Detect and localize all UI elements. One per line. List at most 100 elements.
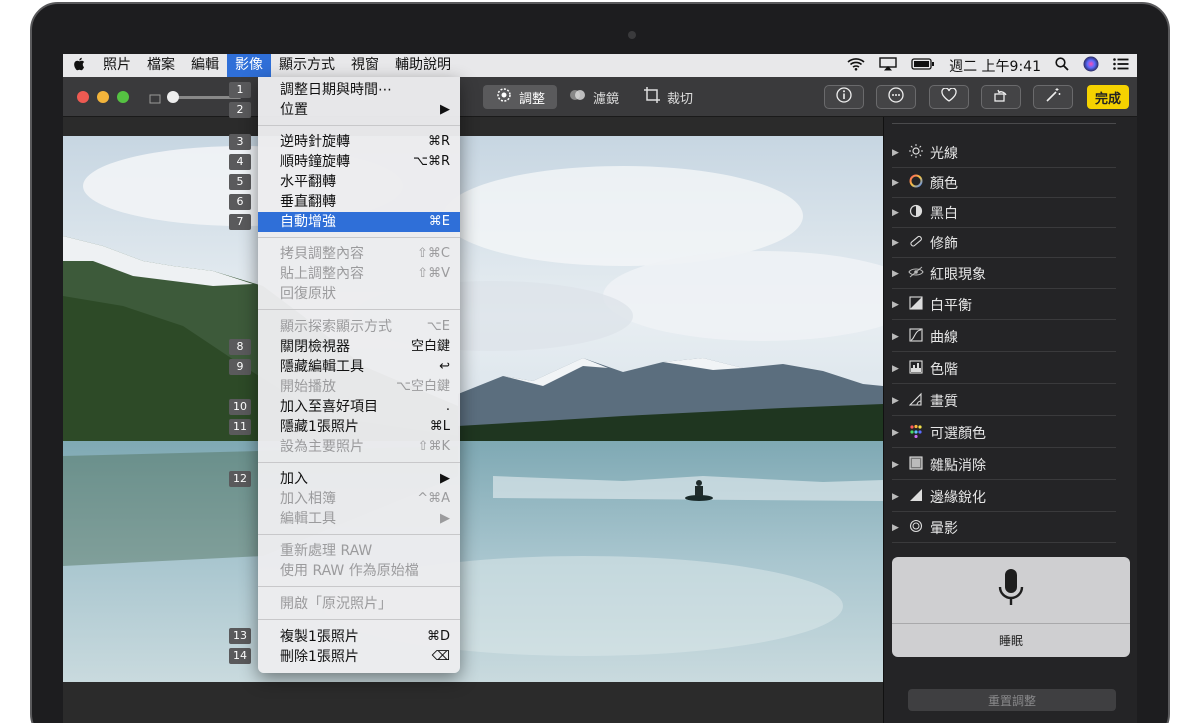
ellipsis-icon [888, 87, 904, 107]
menu-item-paste-adjustments: 貼上調整內容 ⇧⌘V [280, 266, 450, 282]
eye-icon [906, 266, 926, 281]
more-button[interactable] [876, 85, 916, 109]
disclosure-triangle-icon: ▶ [892, 268, 899, 279]
callout-badge: 1 [229, 82, 251, 98]
apple-logo-icon[interactable] [63, 57, 95, 75]
menu-item-rotate-cw[interactable]: 順時鐘旋轉 ⌥⌘R [258, 152, 460, 172]
menu-view[interactable]: 顯示方式 [271, 54, 343, 77]
menu-item-rotate-ccw[interactable]: 逆時針旋轉 ⌘R [258, 132, 460, 152]
adjustment-vignette[interactable]: ▶ 暈影 [892, 513, 1116, 543]
color-ring-icon [906, 174, 926, 191]
menu-item-delete-photo[interactable]: 刪除1張照片 ⌫ [258, 647, 460, 667]
dictation-popover[interactable]: 睡眠 [892, 557, 1130, 657]
menu-edit[interactable]: 編輯 [183, 54, 227, 77]
microphone-icon [996, 567, 1026, 619]
menu-separator [258, 462, 460, 463]
info-button[interactable] [824, 85, 864, 109]
zoom-window-button[interactable] [117, 91, 129, 103]
airplay-icon[interactable] [879, 56, 897, 75]
edit-mode-tabs: 調整 濾鏡 裁切 [483, 85, 705, 109]
minimize-window-button[interactable] [97, 91, 109, 103]
spotlight-search-icon[interactable] [1055, 56, 1069, 75]
tab-filters[interactable]: 濾鏡 [557, 85, 631, 109]
menu-help[interactable]: 輔助說明 [387, 54, 459, 77]
notification-center-icon[interactable] [1113, 57, 1129, 74]
menu-separator [258, 237, 460, 238]
adjustment-levels[interactable]: ▶ 色階 [892, 354, 1116, 384]
menu-item-add[interactable]: 加入 ▶ [258, 469, 460, 489]
battery-icon[interactable] [911, 57, 935, 74]
rotate-button[interactable] [981, 85, 1021, 109]
tab-adjust[interactable]: 調整 [483, 85, 558, 109]
disclosure-triangle-icon: ▶ [892, 177, 899, 188]
screen: 照片 檔案 編輯 影像 顯示方式 視窗 輔助說明 週二 上午9:41 調整 濾鏡… [63, 54, 1137, 723]
white-balance-icon [906, 296, 926, 313]
callout-badge: 12 [229, 471, 251, 487]
adjustment-noise-reduction[interactable]: ▶ 雜點消除 [892, 450, 1116, 480]
adjustment-curves[interactable]: ▶ 曲線 [892, 322, 1116, 352]
menu-item-hide-edit-tools[interactable]: 隱藏編輯工具 ↩ [258, 357, 460, 377]
menubar-status: 週二 上午9:41 [847, 54, 1129, 77]
adjustment-black-white[interactable]: ▶ 黑白 [892, 198, 1116, 228]
reset-adjustments-button[interactable]: 重置調整 [908, 689, 1116, 711]
image-menu-dropdown: 調整日期與時間⋯ 位置 ▶ 逆時針旋轉 ⌘R 順時鐘旋轉 ⌥⌘R 水平翻轉 垂直翻轉 … [258, 77, 460, 673]
sharpen-icon [906, 488, 926, 505]
menu-separator [258, 619, 460, 620]
curves-icon [906, 328, 926, 345]
callout-badge: 9 [229, 359, 251, 375]
clock[interactable]: 週二 上午9:41 [949, 56, 1041, 76]
adjustment-color[interactable]: ▶ 顏色 [892, 168, 1116, 198]
callout-badge: 2 [229, 102, 251, 118]
adjustment-definition[interactable]: ▶ 畫質 [892, 386, 1116, 416]
adjustment-sharpen[interactable]: ▶ 邊緣銳化 [892, 482, 1116, 512]
menu-item-add-to-favorites[interactable]: 加入至喜好項目. [258, 397, 460, 417]
menu-item-close-viewer[interactable]: 關閉檢視器 空白鍵 [258, 337, 460, 357]
callout-badge: 13 [229, 628, 251, 644]
auto-enhance-button[interactable] [1033, 85, 1073, 109]
dictation-label: 睡眠 [998, 634, 1023, 648]
menu-item-show-in-view: 顯示探索顯示方式 ⌥E [280, 319, 450, 335]
menu-item-auto-enhance[interactable]: 自動增強 ⌘E [258, 212, 460, 232]
thumbnail-size-icon [149, 90, 161, 109]
disclosure-triangle-icon: ▶ [892, 147, 899, 158]
dots-icon [906, 424, 926, 441]
menu-item-duplicate-photo[interactable]: 複製1張照片 ⌘D [258, 627, 460, 647]
wifi-icon[interactable] [847, 57, 865, 75]
menu-item-add-to-album: 加入相簿 ^⌘A [280, 491, 450, 507]
tab-crop[interactable]: 裁切 [631, 85, 705, 109]
menu-item-turn-on-live-photo: 開啟「原況照片」 [280, 596, 392, 612]
popover-divider [892, 623, 1130, 624]
menu-item-location[interactable]: 位置 ▶ [258, 100, 460, 120]
zoom-slider-knob[interactable] [167, 91, 179, 103]
adjustment-red-eye[interactable]: ▶ 紅眼現象 [892, 259, 1116, 289]
menu-item-adjust-date-time[interactable]: 調整日期與時間⋯ [258, 80, 460, 100]
menu-item-hide-photo[interactable]: 隱藏1張照片 ⌘L [258, 417, 460, 437]
menu-item-use-raw-as-original: 使用 RAW 作為原始檔 [280, 563, 419, 579]
menu-item-flip-vertical[interactable]: 垂直翻轉 [258, 192, 460, 212]
callout-badge: 8 [229, 339, 251, 355]
done-button[interactable]: 完成 [1087, 85, 1129, 109]
favorite-button[interactable] [929, 85, 969, 109]
adjustment-retouch[interactable]: ▶ 修飾 [892, 228, 1116, 258]
menu-photos[interactable]: 照片 [95, 54, 139, 77]
close-window-button[interactable] [77, 91, 89, 103]
menu-window[interactable]: 視窗 [343, 54, 387, 77]
filters-circles-icon [569, 87, 587, 107]
magic-wand-icon [1045, 87, 1061, 107]
adjustment-selective-color[interactable]: ▶ 可選顏色 [892, 418, 1116, 448]
adjustment-white-balance[interactable]: ▶ 白平衡 [892, 290, 1116, 320]
submenu-arrow-icon: ▶ [440, 102, 450, 117]
menu-separator [258, 586, 460, 587]
info-icon [836, 87, 852, 107]
callout-badge: 6 [229, 194, 251, 210]
heart-icon [941, 87, 957, 106]
menu-image[interactable]: 影像 [227, 54, 271, 77]
photo-preview[interactable] [63, 136, 883, 682]
adjustment-light[interactable]: ▶ 光線 [892, 138, 1116, 168]
menu-item-copy-adjustments: 拷貝調整內容 ⇧⌘C [280, 246, 450, 262]
menu-file[interactable]: 檔案 [139, 54, 183, 77]
siri-icon[interactable] [1083, 56, 1099, 76]
callout-badge: 4 [229, 154, 251, 170]
menu-item-flip-horizontal[interactable]: 水平翻轉 [258, 172, 460, 192]
menu-item-revert-to-original: 回復原狀 [280, 286, 336, 302]
